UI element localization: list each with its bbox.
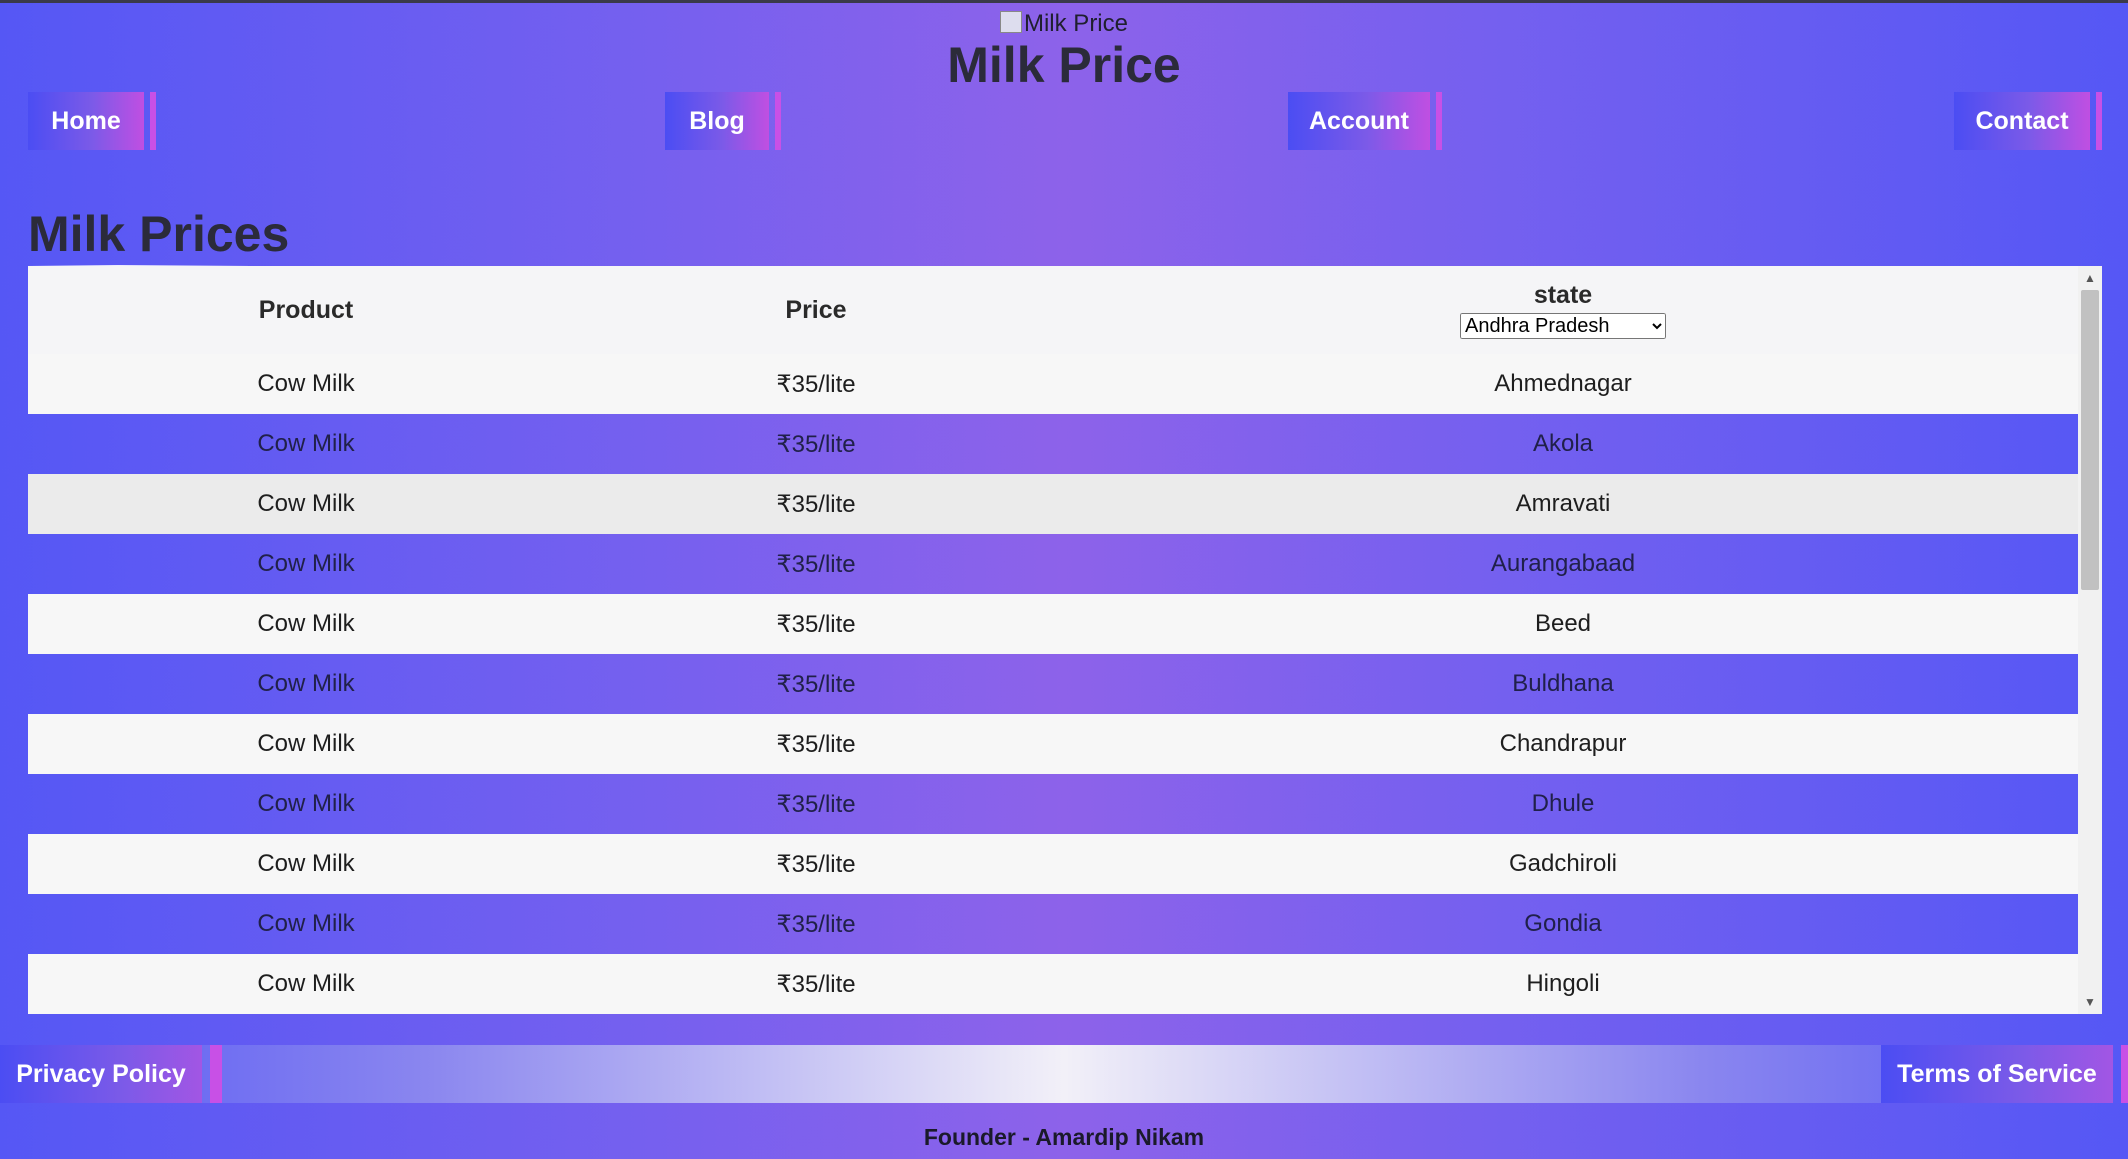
header-price: Price [584, 266, 1048, 354]
terms-of-service-link[interactable]: Terms of Service [1881, 1045, 2128, 1103]
table-row: Cow Milk ₹35/lite Beed [28, 594, 2078, 654]
scroll-up-arrow-icon[interactable]: ▲ [2078, 266, 2102, 290]
cell-product: Cow Milk [28, 594, 584, 654]
cell-district: Hingoli [1048, 954, 2078, 1014]
section-title: Milk Prices [28, 206, 290, 262]
cell-district: Ahmednagar [1048, 354, 2078, 414]
founder-credit: Founder - Amardip Nikam [923, 1124, 1205, 1150]
cell-product: Cow Milk [28, 714, 584, 774]
table-row: Cow Milk ₹35/lite Aurangabaad [28, 534, 2078, 594]
scroll-thumb[interactable] [2081, 290, 2099, 590]
cell-product: Cow Milk [257, 790, 355, 817]
header-state-label: state [1533, 281, 1593, 309]
cell-price: ₹35/lite [584, 474, 1048, 534]
cell-price: ₹35/lite [584, 834, 1048, 894]
table-row: Cow Milk ₹35/lite Akola [28, 414, 2078, 474]
top-border [0, 0, 2128, 3]
nav-home-button[interactable]: Home [28, 92, 156, 150]
cell-district: Gadchiroli [1048, 834, 2078, 894]
table-row: Cow Milk ₹35/lite Buldhana [28, 654, 2078, 714]
price-table: Product Price state Andhra Pradesh Cow M… [28, 266, 2078, 1014]
site-title: Milk Price [947, 37, 1181, 93]
table-scrollbar[interactable]: ▲ ▼ [2078, 266, 2102, 1014]
cell-product: Cow Milk [28, 954, 584, 1014]
cell-product: Cow Milk [257, 430, 355, 457]
table-row: Cow Milk ₹35/lite Gadchiroli [28, 834, 2078, 894]
cell-product: Cow Milk [257, 910, 355, 937]
price-table-container[interactable]: Product Price state Andhra Pradesh Cow M… [28, 266, 2102, 1014]
cell-district: Gondia [1524, 910, 1602, 937]
table-row: Cow Milk ₹35/lite Ahmednagar [28, 354, 2078, 414]
table-row: Cow Milk ₹35/lite Chandrapur [28, 714, 2078, 774]
footer-bar [0, 1045, 2128, 1103]
header-product: Product [28, 266, 584, 354]
cell-product: Cow Milk [28, 474, 584, 534]
cell-price: ₹35/lite [584, 354, 1048, 414]
cell-price: ₹35/lite [776, 910, 856, 938]
table-row: Cow Milk ₹35/lite Gondia [28, 894, 2078, 954]
cell-district: Buldhana [1512, 670, 1614, 697]
cell-district: Akola [1532, 430, 1594, 457]
state-select[interactable]: Andhra Pradesh [1460, 313, 1666, 339]
cell-price: ₹35/lite [584, 594, 1048, 654]
header-state: state Andhra Pradesh [1048, 266, 2078, 354]
logo-image: Milk Price [0, 10, 2128, 38]
table-row: Cow Milk ₹35/lite Amravati [28, 474, 2078, 534]
privacy-policy-link[interactable]: Privacy Policy [0, 1045, 222, 1103]
cell-district: Aurangabaad [1490, 550, 1636, 577]
cell-price: ₹35/lite [584, 714, 1048, 774]
nav-blog-button[interactable]: Blog [665, 92, 781, 150]
cell-product: Cow Milk [257, 670, 355, 697]
cell-price: ₹35/lite [776, 790, 856, 818]
cell-district: Chandrapur [1048, 714, 2078, 774]
cell-price: ₹35/lite [776, 550, 856, 578]
cell-product: Cow Milk [28, 354, 584, 414]
cell-price: ₹35/lite [584, 954, 1048, 1014]
cell-product: Cow Milk [28, 834, 584, 894]
nav-contact-button[interactable]: Contact [1954, 92, 2102, 150]
broken-image-icon [999, 11, 1022, 33]
nav-account-button[interactable]: Account [1288, 92, 1442, 150]
cell-district: Beed [1048, 594, 2078, 654]
cell-product: Cow Milk [257, 550, 355, 577]
table-row: Cow Milk ₹35/lite Hingoli [28, 954, 2078, 1014]
table-row: Cow Milk ₹35/lite Dhule [28, 774, 2078, 834]
cell-price: ₹35/lite [776, 670, 856, 698]
table-header-row: Product Price state Andhra Pradesh [28, 266, 2078, 354]
table-body: Cow Milk ₹35/lite Ahmednagar Cow Milk ₹35/li… [28, 354, 2078, 1014]
cell-price: ₹35/lite [776, 430, 856, 458]
logo-alt-text: Milk Price [1023, 10, 1128, 37]
cell-district: Dhule [1531, 790, 1595, 817]
scroll-down-arrow-icon[interactable]: ▼ [2078, 990, 2102, 1014]
cell-district: Amravati [1048, 474, 2078, 534]
